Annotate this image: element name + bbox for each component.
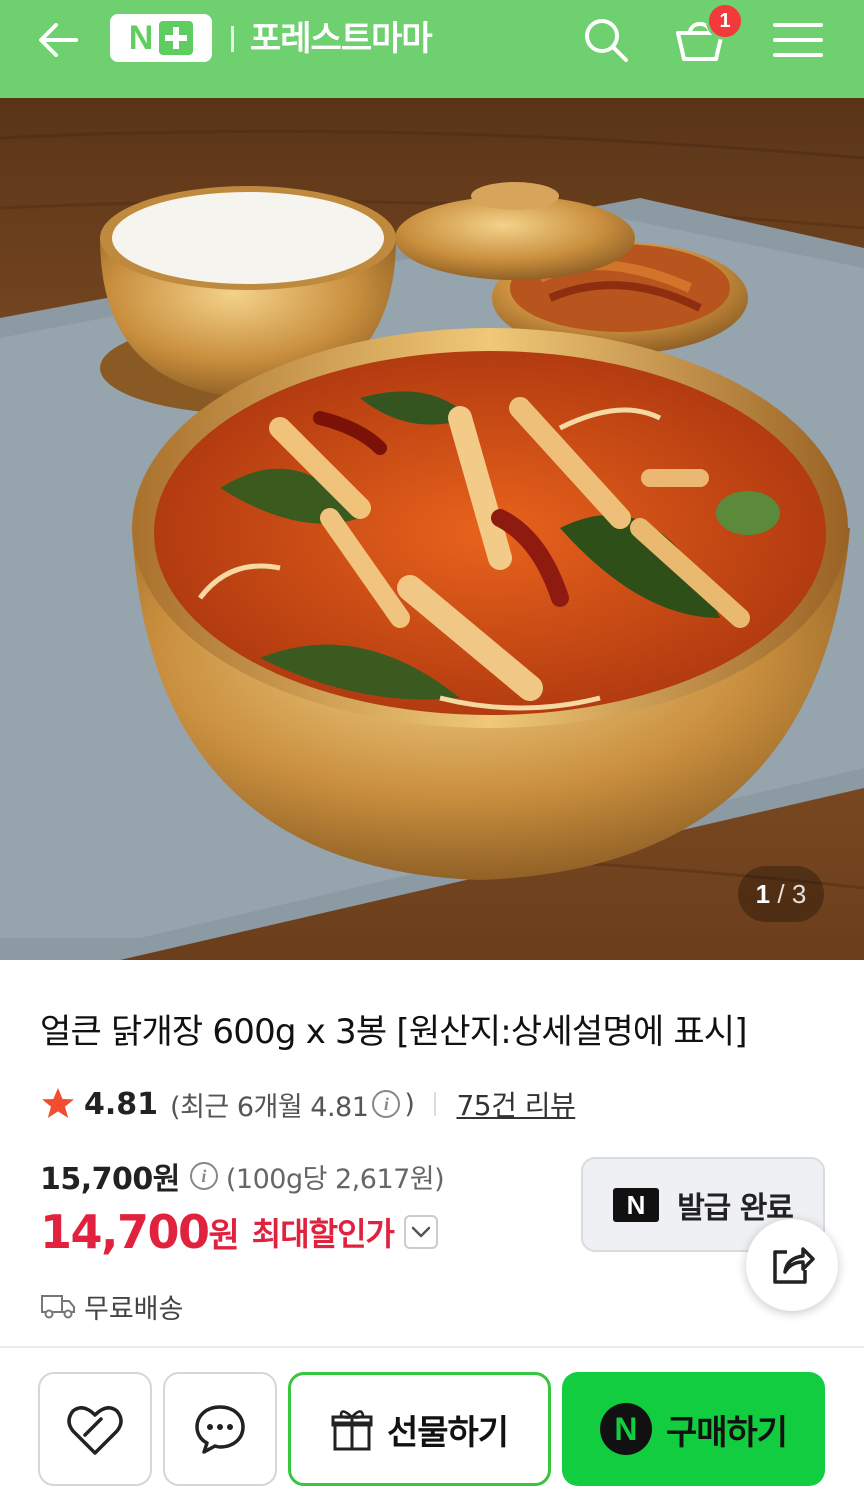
logo-n-letter: N: [128, 18, 154, 57]
sale-currency: 원: [208, 1215, 240, 1256]
share-button[interactable]: [746, 1219, 838, 1311]
original-price-row: 15,700원 i (100g당 2,617원): [40, 1156, 445, 1197]
back-arrow-icon: [39, 23, 78, 57]
naver-pay-n-icon: N: [599, 1403, 652, 1455]
star-icon: [42, 1088, 74, 1118]
buy-button[interactable]: N 구매하기: [562, 1372, 825, 1486]
total-pages: 3: [791, 879, 807, 909]
back-button[interactable]: [28, 14, 88, 66]
max-discount-label: 최대할인가: [251, 1215, 395, 1253]
bottom-divider: [0, 1346, 864, 1348]
rating-value: 4.81: [84, 1086, 159, 1122]
share-icon: [773, 1247, 815, 1284]
review-count-link[interactable]: 75건 리뷰: [456, 1084, 575, 1124]
menu-button[interactable]: [768, 10, 828, 70]
recent-rating: (최근 6개월 4.81: [170, 1091, 369, 1123]
gift-icon: [331, 1410, 373, 1451]
sale-price: 14,700: [40, 1205, 210, 1259]
gift-button[interactable]: 선물하기: [288, 1372, 551, 1486]
chat-bubble-icon: [195, 1405, 245, 1454]
rating-row: 4.81 (최근 6개월 4.81 i ) 75건 리뷰: [40, 1084, 576, 1124]
original-price: 15,700원: [40, 1162, 180, 1197]
sale-price-row: 14,700 원 최대할인가: [40, 1202, 438, 1262]
header-divider: [231, 26, 234, 52]
rating-info-icon[interactable]: i: [372, 1090, 401, 1118]
product-image[interactable]: [0, 98, 864, 960]
page-separator: /: [777, 879, 785, 909]
shipping-label: 무료배송: [84, 1293, 184, 1325]
rating-divider: [434, 1092, 437, 1116]
plus-icon: [159, 21, 194, 55]
recent-rating-close: ): [404, 1088, 415, 1120]
image-page-indicator: 1 / 3: [738, 866, 824, 922]
search-button[interactable]: [576, 10, 636, 70]
chevron-down-icon: [411, 1226, 431, 1238]
unit-price: (100g당 2,617원): [225, 1163, 445, 1195]
naver-plus-logo[interactable]: N: [110, 14, 212, 62]
wishlist-button[interactable]: [38, 1372, 152, 1486]
naver-n-icon: N: [613, 1187, 660, 1222]
talk-button[interactable]: [163, 1372, 277, 1486]
shipping-row: 무료배송: [40, 1286, 183, 1326]
heart-icon: [67, 1406, 123, 1455]
top-header: N 포레스트마마 1: [0, 0, 864, 98]
search-icon: [585, 19, 628, 62]
menu-icon: [773, 23, 823, 57]
current-page: 1: [755, 879, 771, 909]
product-title: 얼큰 닭개장 600g x 3봉 [원산지:상세설명에 표시]: [40, 1012, 748, 1052]
gift-label: 선물하기: [386, 1412, 509, 1453]
price-info-icon[interactable]: i: [189, 1162, 218, 1190]
store-name[interactable]: 포레스트마마: [250, 14, 433, 64]
coupon-label: 발급 완료: [677, 1190, 794, 1226]
discount-expand-button[interactable]: [404, 1215, 438, 1249]
truck-icon: [41, 1295, 75, 1319]
cart-count-badge: 1: [706, 2, 744, 40]
buy-label: 구매하기: [665, 1412, 788, 1453]
